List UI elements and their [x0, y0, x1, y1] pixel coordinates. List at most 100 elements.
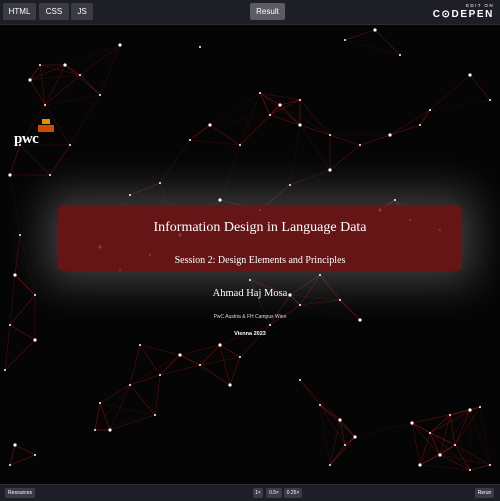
network-edge [411, 422, 421, 466]
network-edge [469, 74, 491, 101]
network-edge [4, 339, 36, 371]
network-node [454, 444, 456, 446]
network-node [139, 344, 141, 346]
rerun-button[interactable]: Rerun [475, 488, 494, 498]
tab-html[interactable]: HTML [3, 3, 36, 20]
network-edge [419, 464, 471, 471]
network-node [344, 39, 346, 41]
network-edge [189, 139, 241, 146]
network-node [338, 418, 342, 422]
network-edge [289, 124, 301, 186]
network-node [328, 168, 332, 172]
network-edge [219, 144, 241, 201]
network-edge [199, 344, 221, 366]
pwc-logo-text: pwc [14, 131, 39, 147]
network-node [278, 103, 282, 107]
network-edge [454, 444, 491, 466]
network-node [129, 194, 131, 196]
network-node [34, 454, 36, 456]
author-name: Ahmad Haj Mosa [212, 288, 288, 299]
network-node [49, 174, 51, 176]
network-node [429, 109, 431, 111]
network-node [344, 444, 346, 446]
network-edge [279, 99, 301, 106]
network-edge [189, 124, 211, 141]
zoom-05x-button[interactable]: 0.5× [266, 488, 282, 498]
network-node [154, 414, 156, 416]
network-edge [154, 374, 161, 416]
network-edge [389, 124, 421, 136]
network-edge [209, 114, 271, 126]
editor-top-bar: HTML CSS JS Result EDIT ON C⊙DEPEN [0, 0, 500, 25]
network-edge [329, 134, 361, 146]
network-node [339, 299, 341, 301]
network-node [388, 133, 392, 137]
network-edge [64, 64, 101, 96]
network-node [8, 173, 12, 177]
network-edge [219, 344, 241, 358]
network-edge [129, 354, 181, 386]
network-node [373, 28, 377, 32]
network-edge [44, 94, 101, 106]
network-node [489, 99, 491, 101]
network-node [218, 198, 222, 202]
tab-js[interactable]: JS [71, 3, 93, 20]
network-edge [99, 402, 111, 431]
affiliation: PwC Austria & FH Campus Wien [213, 314, 287, 320]
network-node [199, 46, 201, 48]
zoom-1x-button[interactable]: 1× [253, 488, 263, 498]
network-edge [299, 299, 341, 306]
network-edge [259, 92, 301, 126]
network-node [299, 379, 301, 381]
network-node [189, 139, 191, 141]
network-node [79, 74, 81, 76]
network-edge [19, 234, 36, 296]
zoom-025x-button[interactable]: 0.25× [284, 488, 302, 498]
network-edge [9, 144, 21, 176]
network-node [438, 453, 442, 457]
network-node [410, 421, 414, 425]
resources-button[interactable]: Resources [5, 488, 35, 498]
network-edge [269, 114, 301, 126]
network-edge [29, 74, 81, 81]
network-node [353, 435, 357, 439]
network-node [359, 144, 361, 146]
slide-title: Information Design in Language Data [153, 220, 367, 235]
network-node [239, 144, 241, 146]
network-node [199, 364, 201, 366]
network-edge [374, 29, 401, 56]
network-edge [44, 64, 66, 106]
network-edge [9, 174, 21, 236]
network-edge [159, 364, 201, 376]
network-edge [339, 419, 356, 438]
network-node [468, 408, 472, 412]
edit-on-codepen-link[interactable]: EDIT ON C⊙DEPEN [433, 3, 494, 20]
network-node [418, 463, 422, 467]
tab-css[interactable]: CSS [39, 3, 69, 20]
network-node [429, 432, 431, 434]
network-edge [14, 444, 36, 456]
network-edge [39, 64, 46, 106]
network-node [19, 234, 21, 236]
tab-result[interactable]: Result [250, 3, 285, 20]
network-edge [199, 356, 241, 366]
network-edge [449, 414, 456, 446]
network-edge [419, 109, 431, 126]
network-node [239, 356, 241, 358]
slide-subtitle: Session 2: Design Elements and Principle… [174, 255, 346, 266]
network-node [449, 414, 451, 416]
network-node [489, 464, 491, 466]
network-edge [299, 379, 341, 421]
network-edge [94, 402, 101, 431]
network-edge [359, 134, 391, 146]
network-node [329, 134, 331, 136]
network-edge [429, 99, 491, 111]
network-edge [29, 79, 46, 106]
network-edge [44, 74, 81, 106]
network-edge [209, 124, 241, 146]
codepen-logo: C⊙DEPEN [432, 9, 494, 20]
network-node [129, 384, 131, 386]
network-node [298, 123, 302, 127]
network-node [394, 199, 396, 201]
network-edge [229, 356, 241, 386]
